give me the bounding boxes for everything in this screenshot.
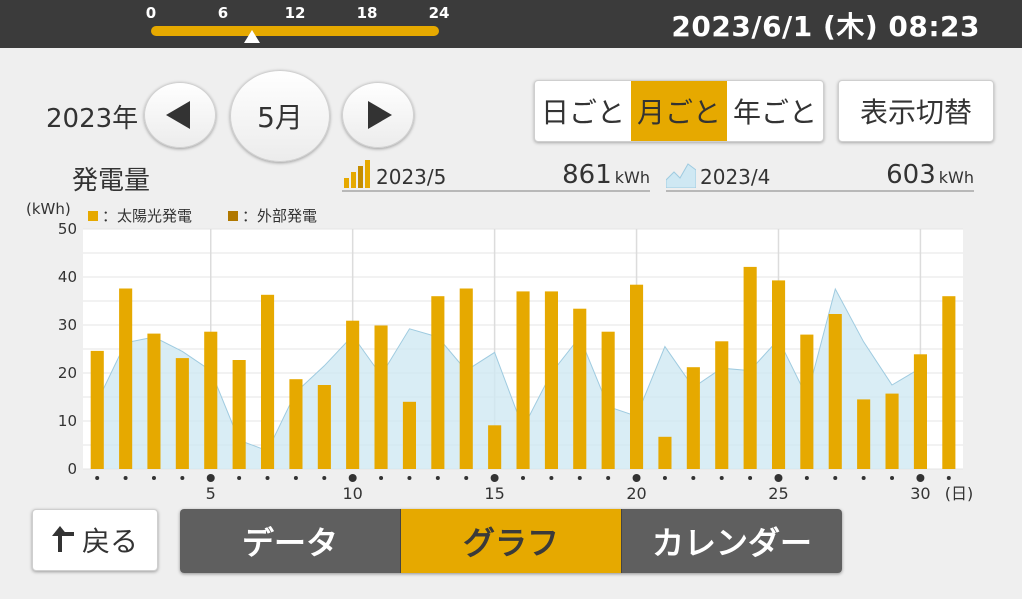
x-tick-dot bbox=[123, 476, 128, 480]
x-tick-dot bbox=[151, 476, 156, 480]
x-tick-label: 25 bbox=[768, 484, 788, 503]
bar-day-2 bbox=[119, 288, 133, 469]
tab-data[interactable]: データ bbox=[180, 509, 401, 573]
x-tick-dot bbox=[95, 476, 100, 480]
bar-day-11 bbox=[374, 325, 388, 469]
bar-day-31 bbox=[942, 296, 956, 469]
x-axis-unit-label: (日) bbox=[945, 484, 974, 503]
x-tick-label: 20 bbox=[626, 484, 646, 503]
x-tick-dot bbox=[577, 476, 582, 480]
x-tick-dot bbox=[348, 474, 357, 482]
x-tick-label: 15 bbox=[484, 484, 504, 503]
x-tick-dot bbox=[521, 476, 525, 480]
bar-day-20 bbox=[630, 284, 644, 469]
x-tick-dot bbox=[861, 476, 866, 480]
x-tick-dot bbox=[748, 476, 753, 480]
x-tick-dot bbox=[691, 476, 696, 480]
back-label: 戻る bbox=[81, 525, 138, 558]
bar-day-8 bbox=[289, 379, 303, 469]
bar-day-1 bbox=[90, 350, 104, 469]
x-tick-dot bbox=[180, 476, 185, 480]
x-tick-dot bbox=[719, 476, 724, 480]
x-tick-dot bbox=[490, 474, 499, 482]
x-tick-label: 30 bbox=[910, 484, 930, 503]
bar-day-7 bbox=[261, 294, 275, 469]
bar-day-24 bbox=[743, 266, 757, 469]
bar-day-6 bbox=[232, 360, 246, 469]
bar-day-18 bbox=[573, 308, 587, 469]
bar-day-17 bbox=[544, 291, 558, 469]
x-tick-dot bbox=[606, 476, 611, 480]
x-tick-dot bbox=[322, 476, 327, 480]
bar-day-25 bbox=[772, 280, 786, 469]
x-tick-label: 5 bbox=[206, 484, 216, 503]
x-tick-dot bbox=[293, 476, 298, 480]
x-tick-dot bbox=[774, 474, 783, 482]
x-tick-dot bbox=[946, 476, 951, 480]
bar-day-26 bbox=[800, 334, 814, 469]
tab-graph[interactable]: グラフ bbox=[401, 509, 622, 573]
bar-day-5 bbox=[204, 331, 218, 469]
bar-day-30 bbox=[913, 354, 927, 469]
x-tick-dot bbox=[435, 476, 440, 480]
x-tick-dot bbox=[379, 476, 384, 480]
bar-day-12 bbox=[402, 401, 416, 469]
x-tick-dot bbox=[833, 476, 838, 480]
y-tick-label: 10 bbox=[58, 412, 77, 430]
x-tick-dot bbox=[549, 476, 554, 480]
bar-day-22 bbox=[686, 367, 700, 469]
x-tick-dot bbox=[237, 476, 242, 480]
bar-day-27 bbox=[828, 314, 842, 469]
bar-day-21 bbox=[658, 436, 672, 469]
bar-day-23 bbox=[715, 341, 729, 469]
power-generation-chart: 0 10 20 30 40 50 5 10 15 20 25 30 (日) bbox=[58, 220, 974, 503]
back-button[interactable]: 戻る bbox=[32, 509, 158, 571]
bar-day-14 bbox=[459, 288, 473, 469]
x-tick-dot bbox=[662, 476, 667, 480]
x-tick-label: 10 bbox=[342, 484, 362, 503]
x-tick-dot bbox=[206, 474, 215, 482]
bar-day-10 bbox=[346, 320, 360, 469]
y-tick-label: 0 bbox=[67, 460, 77, 478]
bar-day-13 bbox=[431, 296, 445, 469]
x-tick-dot bbox=[265, 476, 270, 480]
x-tick-dot bbox=[804, 476, 809, 480]
bar-day-15 bbox=[488, 425, 502, 469]
tab-calendar[interactable]: カレンダー bbox=[622, 509, 842, 573]
y-tick-label: 30 bbox=[58, 316, 77, 334]
bar-day-28 bbox=[857, 399, 871, 469]
view-tabs: データ グラフ カレンダー bbox=[180, 509, 842, 573]
x-tick-dot bbox=[464, 476, 469, 480]
x-tick-dot bbox=[407, 476, 412, 480]
bar-day-29 bbox=[885, 393, 899, 469]
bar-day-4 bbox=[175, 358, 189, 469]
x-tick-dot bbox=[916, 474, 925, 482]
x-tick-dot bbox=[632, 474, 641, 482]
back-arrow-icon bbox=[51, 526, 74, 552]
bar-day-16 bbox=[516, 291, 530, 469]
x-tick-dot bbox=[890, 476, 895, 480]
y-tick-label: 40 bbox=[58, 268, 77, 286]
bar-day-9 bbox=[317, 385, 331, 469]
bar-day-3 bbox=[147, 333, 161, 469]
bar-day-19 bbox=[601, 331, 615, 469]
y-tick-label: 20 bbox=[58, 364, 77, 382]
y-tick-label: 50 bbox=[58, 220, 77, 238]
